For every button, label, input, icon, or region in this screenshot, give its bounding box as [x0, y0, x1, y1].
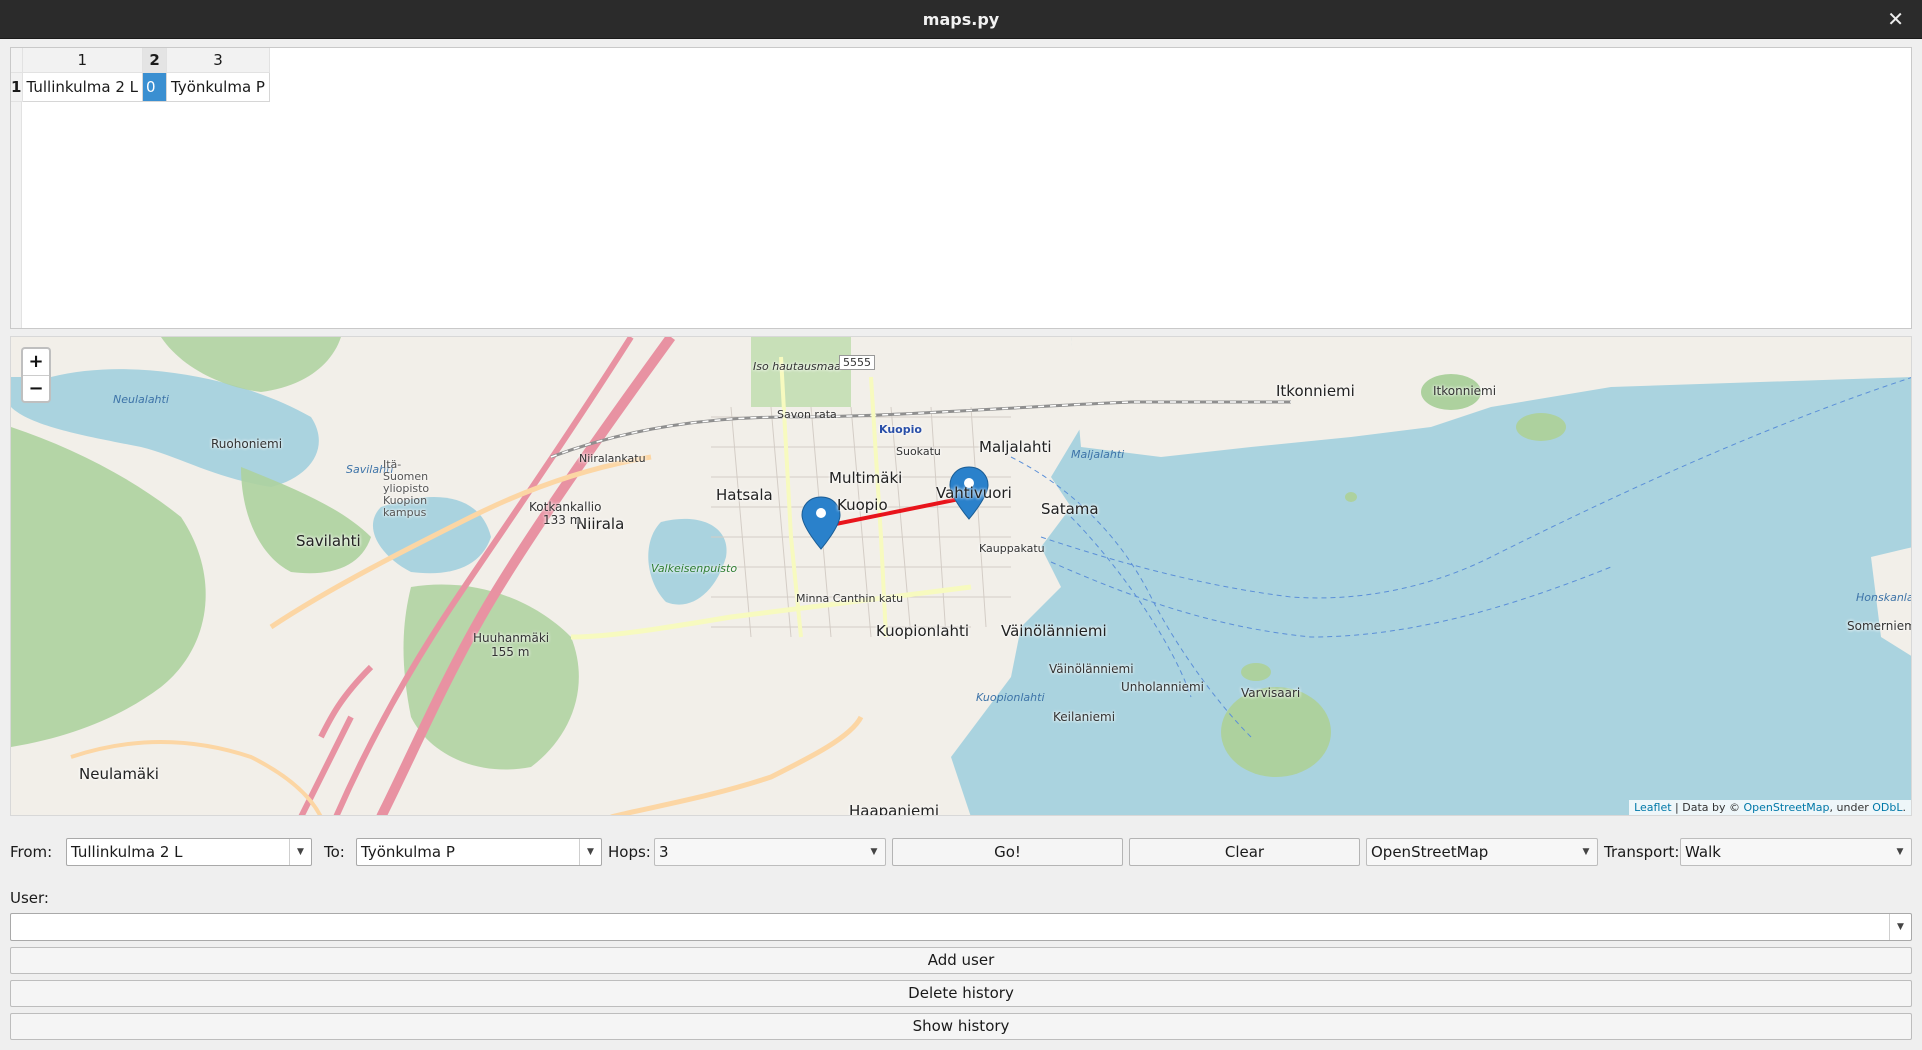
chevron-down-icon[interactable]: ▼ [289, 839, 311, 865]
map-label: Iso hautausmaa [753, 360, 841, 373]
zoom-in-button[interactable]: + [23, 349, 49, 375]
map-label: Kuopionlahti [876, 622, 970, 640]
map-label: Unholanniemi [1121, 680, 1204, 694]
user-label: User: [10, 889, 49, 907]
row-header-1[interactable]: 1 [11, 72, 23, 102]
to-label: To: [324, 843, 345, 861]
map-label: Maljalahti [1071, 448, 1125, 461]
hops-select[interactable]: 3 ▼ [654, 838, 886, 866]
attribution-text: | Data by © [1671, 801, 1744, 814]
column-header-2[interactable]: 2 [142, 48, 168, 73]
leaflet-link[interactable]: Leaflet [1634, 801, 1671, 814]
map-label: Honskanlahti [1856, 591, 1912, 604]
attribution-text: . [1902, 801, 1907, 814]
map-label: Vahtivuori [936, 484, 1012, 502]
map-label: Kotkankallio [529, 500, 602, 514]
map-label: Itkonniemi [1433, 384, 1497, 398]
chevron-down-icon[interactable]: ▼ [1889, 839, 1911, 865]
map-label: Hatsala [716, 486, 773, 504]
transport-value: Walk [1685, 843, 1721, 861]
results-table: 1 2 3 1 Tullinkulma 2 L 0 Työnkulma P [10, 47, 1912, 329]
map-label: Kuopio [837, 496, 888, 514]
road-shield: 5555 [839, 355, 875, 370]
title-bar: maps.py ✕ [0, 0, 1922, 39]
odbl-link[interactable]: ODbL [1872, 801, 1902, 814]
column-header-1[interactable]: 1 [21, 48, 144, 73]
map-label: Valkeisenpuisto [651, 562, 738, 575]
map-label: Väinölänniemi [1049, 662, 1134, 676]
map-label: Huuhanmäki [473, 631, 550, 645]
from-value: Tullinkulma 2 L [71, 843, 183, 861]
map-label: Haapaniemi [849, 802, 940, 816]
map-label: 155 m [491, 645, 530, 659]
close-icon[interactable]: ✕ [1887, 0, 1904, 39]
map-view[interactable]: Kuopio Kuopio Multimäki Hatsala Vahtivuo… [10, 336, 1912, 816]
to-value: Työnkulma P [361, 843, 455, 861]
hops-label: Hops: [608, 843, 651, 861]
add-user-button[interactable]: Add user [10, 947, 1912, 974]
map-label: Niiralankatu [579, 452, 646, 465]
go-button[interactable]: Go! [892, 838, 1123, 866]
column-header-row: 1 2 3 [11, 48, 270, 73]
show-history-button[interactable]: Show history [10, 1013, 1912, 1040]
map-label: Kauppakatu [979, 542, 1045, 555]
results-grid: 1 2 3 1 Tullinkulma 2 L 0 Työnkulma P [11, 48, 270, 102]
chevron-down-icon[interactable]: ▼ [1889, 914, 1911, 940]
hops-value: 3 [659, 843, 669, 861]
map-label: Satama [1041, 500, 1099, 518]
zoom-control: + − [21, 347, 51, 403]
map-label: Minna Canthin katu [796, 592, 904, 605]
map-label: Väinölänniemi [1001, 622, 1107, 640]
corner-cell[interactable] [11, 48, 23, 73]
delete-history-button[interactable]: Delete history [10, 980, 1912, 1007]
map-label: Niirala [576, 515, 625, 533]
map-label: Suokatu [896, 445, 941, 458]
row-header-gutter [11, 102, 22, 328]
map-label: Somerniemi [1847, 619, 1912, 633]
zoom-out-button[interactable]: − [23, 375, 49, 401]
map-label: Kuopio [879, 423, 922, 436]
map-label: Itkonniemi [1276, 382, 1355, 400]
column-header-3[interactable]: 3 [166, 48, 270, 73]
attribution-text: , under [1829, 801, 1873, 814]
transport-select[interactable]: Walk ▼ [1680, 838, 1912, 866]
user-combo[interactable]: ▼ [10, 913, 1912, 941]
to-combo[interactable]: Työnkulma P ▼ [356, 838, 602, 866]
chevron-down-icon[interactable]: ▼ [1575, 839, 1597, 865]
map-label: Multimäki [829, 469, 903, 487]
chevron-down-icon[interactable]: ▼ [863, 839, 885, 865]
map-tiles [11, 337, 1911, 815]
from-label: From: [10, 843, 53, 861]
map-label: Kuopionlahti [976, 691, 1045, 704]
map-label: Itä-Suomen yliopisto Kuopion kampus [383, 458, 430, 519]
clear-button[interactable]: Clear [1129, 838, 1360, 866]
table-cell[interactable]: Työnkulma P [166, 71, 270, 102]
table-row: 1 Tullinkulma 2 L 0 Työnkulma P [11, 71, 270, 102]
map-label: Keilaniemi [1053, 710, 1116, 724]
window-title: maps.py [922, 10, 1000, 29]
map-label: Savilahti [296, 532, 361, 550]
map-label: Neulamäki [79, 765, 159, 783]
map-label: Ruohoniemi [211, 437, 283, 451]
map-label: 133 m [543, 513, 582, 527]
map-label: Maljalahti [979, 438, 1052, 456]
osm-link[interactable]: OpenStreetMap [1744, 801, 1830, 814]
map-label: Neulalahti [113, 393, 169, 406]
table-cell[interactable]: Tullinkulma 2 L [21, 71, 144, 102]
map-attribution: Leaflet | Data by © OpenStreetMap, under… [1629, 800, 1911, 815]
tile-provider-value: OpenStreetMap [1371, 843, 1489, 861]
tile-provider-select[interactable]: OpenStreetMap ▼ [1366, 838, 1598, 866]
from-combo[interactable]: Tullinkulma 2 L ▼ [66, 838, 312, 866]
transport-label: Transport: [1604, 843, 1680, 861]
chevron-down-icon[interactable]: ▼ [579, 839, 601, 865]
map-label: Savon rata [777, 408, 837, 421]
map-label: Varvisaari [1241, 686, 1301, 700]
table-cell-selected[interactable]: 0 [142, 71, 168, 102]
